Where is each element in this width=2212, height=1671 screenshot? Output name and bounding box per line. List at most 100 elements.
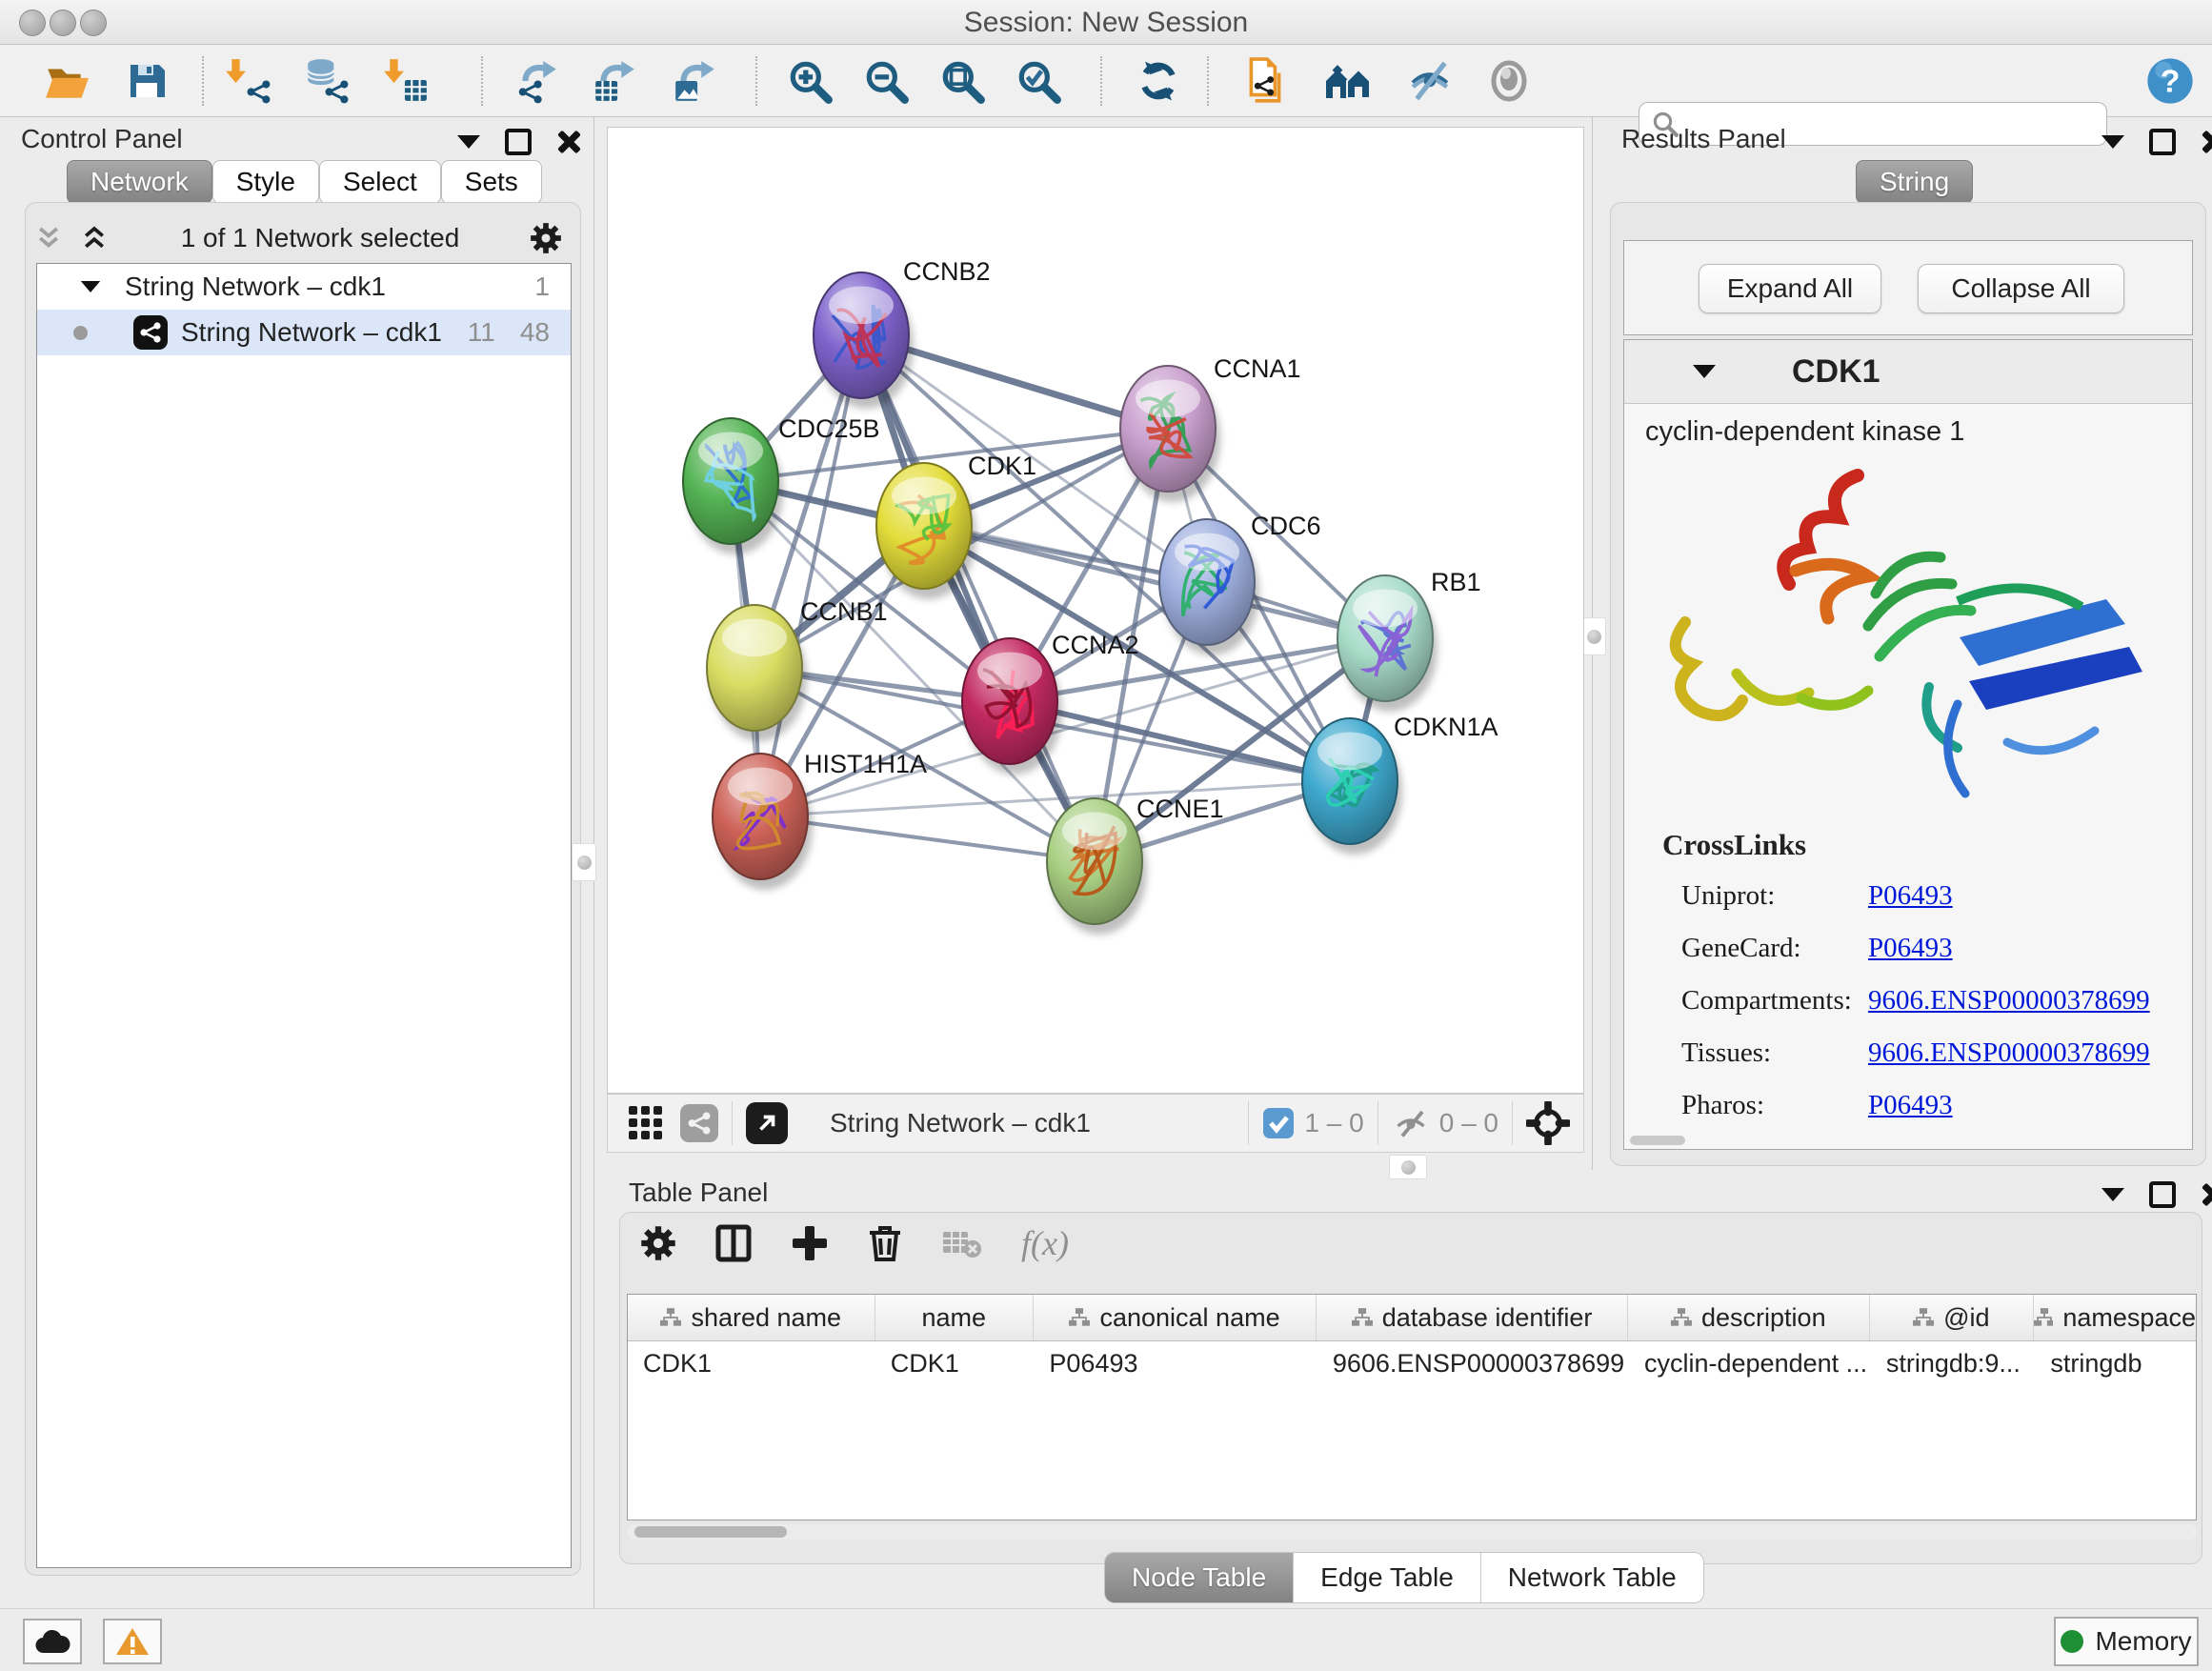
crosslink-link[interactable]: P06493 [1868,933,1953,964]
panel-menu-icon[interactable] [2101,1188,2124,1201]
results-hscroll-thumb[interactable] [1630,1136,1685,1145]
bottom-splitter-handle[interactable] [1389,1155,1427,1179]
left-splitter-handle[interactable] [572,843,596,881]
network-edge[interactable] [924,526,1385,638]
crosslink-link[interactable]: P06493 [1868,1090,1953,1121]
network-node-CDC6[interactable]: CDC6 [1159,512,1321,655]
network-row[interactable]: String Network – cdk1 11 48 [37,310,571,355]
warnings-button[interactable] [103,1619,162,1664]
float-panel-icon[interactable] [505,129,532,155]
zoom-in-icon[interactable] [779,54,840,108]
tab-edge-table[interactable]: Edge Table [1294,1553,1481,1602]
tab-node-table[interactable]: Node Table [1105,1553,1294,1602]
zoom-fit-content-icon[interactable] [932,54,993,108]
table-row[interactable]: CDK1 CDK1 P06493 9606.ENSP00000378699 cy… [628,1341,2196,1385]
grid-view-icon[interactable] [627,1104,665,1142]
network-view-icon[interactable] [680,1104,718,1142]
crosslink-link[interactable]: 9606.ENSP00000378699 [1868,1037,2150,1069]
birds-eye-view-icon[interactable] [746,1102,788,1144]
create-column-icon[interactable] [791,1224,829,1262]
column-header[interactable]: description [1628,1295,1870,1340]
column-header[interactable]: shared name [628,1295,875,1340]
column-header[interactable]: @id [1870,1295,2034,1340]
network-node-CCNE1[interactable]: CCNE1 [1047,795,1224,935]
cloud-button[interactable] [23,1619,82,1664]
network-node-RB1[interactable]: RB1 [1337,568,1481,712]
collapse-protein-icon[interactable] [1693,365,1716,378]
function-builder-icon[interactable]: f(x) [1021,1223,1069,1263]
network-edge[interactable] [861,335,1095,861]
delete-column-icon[interactable] [867,1223,903,1263]
float-panel-icon[interactable] [2149,129,2176,155]
gear-icon[interactable] [530,222,562,254]
tab-string[interactable]: String [1856,160,1973,204]
panel-menu-icon[interactable] [2101,135,2124,149]
show-columns-icon[interactable] [714,1224,753,1262]
first-neighbors-icon[interactable] [1235,54,1296,108]
import-network-from-database-icon[interactable] [295,54,356,108]
expand-all-button[interactable]: Expand All [1699,264,1881,313]
collection-caret-icon[interactable] [81,281,100,292]
protein-header[interactable]: CDK1 [1624,340,2192,404]
hidden-items-icon[interactable] [1392,1106,1430,1140]
crosslink-link[interactable]: 9606.ENSP00000378699 [1868,985,2150,1017]
column-header[interactable]: name [875,1295,1034,1340]
close-panel-icon[interactable] [556,130,581,154]
table-settings-gear-icon[interactable] [640,1225,676,1261]
cell-shared-name[interactable]: CDK1 [628,1349,875,1379]
network-node-CCNB1[interactable]: CCNB1 [707,597,888,741]
houses-icon[interactable] [1318,54,1379,108]
cell-canonical-name[interactable]: P06493 [1034,1349,1317,1379]
network-collection-row[interactable]: String Network – cdk1 1 [37,264,571,310]
network-edge[interactable] [760,335,861,816]
crosslink-link[interactable]: P06493 [1868,880,1953,912]
export-image-icon[interactable] [665,54,726,108]
tab-network-table[interactable]: Network Table [1481,1553,1703,1602]
collapse-all-icon[interactable] [32,224,65,252]
network-canvas[interactable]: CCNB2CCNA1CDC25BCDK1CDC6RB1CCNB1CCNA2CDK… [607,127,1584,1094]
network-node-HIST1H1A[interactable]: HIST1H1A [713,750,927,890]
open-session-icon[interactable] [36,54,97,108]
close-panel-icon[interactable] [2201,1182,2212,1207]
close-panel-icon[interactable] [2201,130,2212,154]
network-node-CDKN1A[interactable]: CDKN1A [1302,713,1498,855]
table-hscroll-thumb[interactable] [634,1526,787,1538]
expand-all-icon[interactable] [78,224,111,252]
cell-description[interactable]: cyclin-dependent ... [1629,1349,1871,1379]
memory-button[interactable]: Memory [2054,1617,2199,1666]
cell-database-identifier[interactable]: 9606.ENSP00000378699 [1317,1349,1629,1379]
cell-namespace[interactable]: stringdb [2035,1349,2196,1379]
import-network-from-file-icon[interactable] [217,54,278,108]
network-node-CCNA1[interactable]: CCNA1 [1120,354,1301,502]
panel-menu-icon[interactable] [457,135,480,149]
export-table-icon[interactable] [585,54,646,108]
show-all-icon[interactable] [1478,54,1539,108]
crosshair-icon[interactable] [1526,1101,1570,1145]
zoom-selected-region-icon[interactable] [1008,54,1069,108]
hide-selected-icon[interactable] [1400,54,1461,108]
cell-name[interactable]: CDK1 [875,1349,1035,1379]
delete-table-icon[interactable] [941,1226,983,1260]
network-graph[interactable]: CCNB2CCNA1CDC25BCDK1CDC6RB1CCNB1CCNA2CDK… [608,128,1583,1093]
right-splitter-handle[interactable] [1581,617,1606,655]
export-network-icon[interactable] [507,54,568,108]
collapse-all-button[interactable]: Collapse All [1918,264,2124,313]
tab-sets[interactable]: Sets [441,160,542,204]
tab-select[interactable]: Select [319,160,441,204]
column-header[interactable]: database identifier [1317,1295,1628,1340]
tab-style[interactable]: Style [212,160,319,204]
tab-network[interactable]: Network [67,160,212,204]
window-titlebar[interactable]: Session: New Session [0,0,2212,45]
float-panel-icon[interactable] [2149,1181,2176,1208]
network-node-CCNB2[interactable]: CCNB2 [814,257,991,409]
import-table-from-file-icon[interactable] [375,54,436,108]
zoom-out-icon[interactable] [855,54,916,108]
table-hscrollbar[interactable] [627,1524,2197,1540]
column-header[interactable]: namespace [2034,1295,2196,1340]
cell-id[interactable]: stringdb:9... [1871,1349,2036,1379]
help-icon[interactable]: ? [2140,54,2201,108]
update-network-icon[interactable] [1128,54,1189,108]
column-header[interactable]: canonical name [1034,1295,1317,1340]
selected-nodes-icon[interactable] [1262,1107,1295,1139]
save-session-icon[interactable] [116,54,177,108]
